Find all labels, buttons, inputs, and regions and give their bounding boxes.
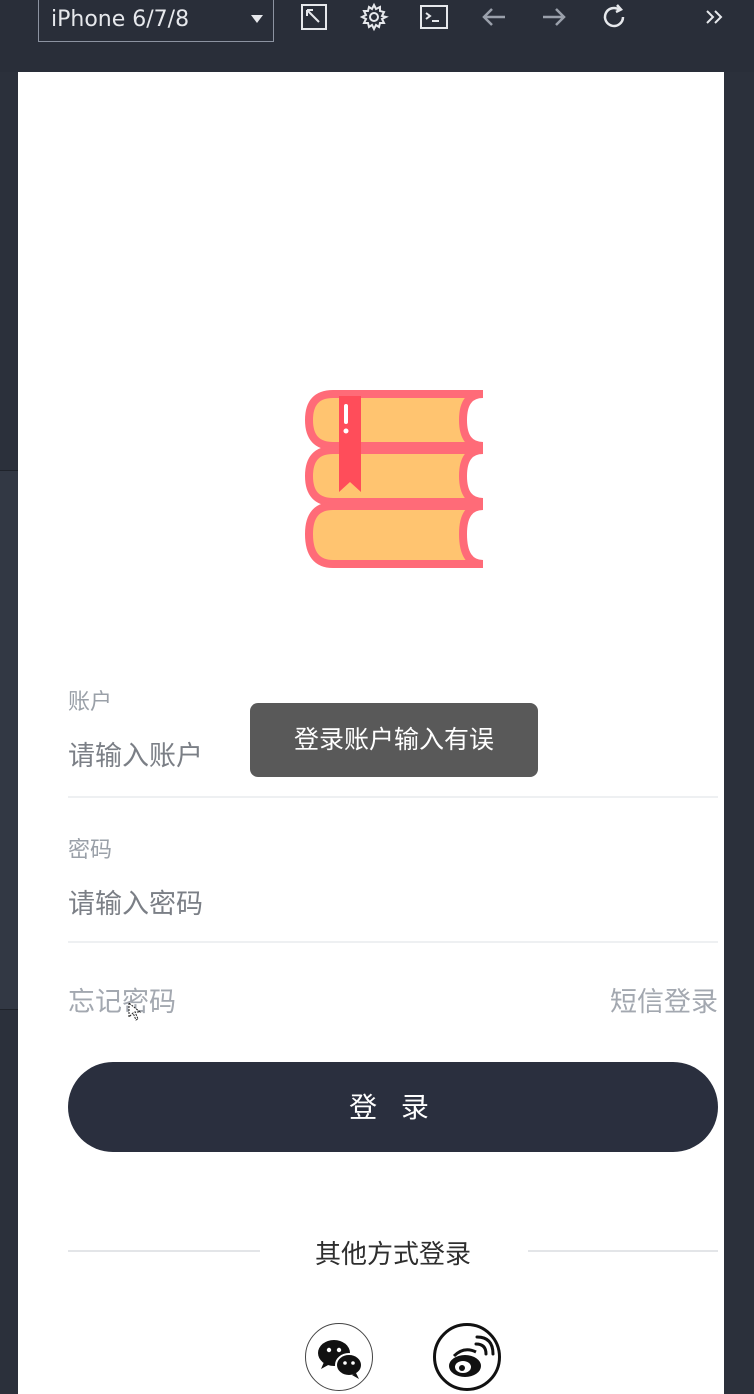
device-select-label: iPhone 6/7/8 xyxy=(51,7,190,32)
weibo-icon xyxy=(449,1335,495,1377)
left-gutter xyxy=(0,72,18,1394)
books-logo-icon xyxy=(303,388,487,572)
chevron-down-icon xyxy=(251,15,263,23)
console-icon[interactable] xyxy=(419,2,449,32)
phone-viewport: 账户 密码 忘记密码 短信登录 登 录 其他方式登录 xyxy=(18,72,724,1394)
account-label: 账户 xyxy=(68,690,113,715)
devtools-toolbar: iPhone 6/7/8 xyxy=(0,0,754,73)
device-select[interactable]: iPhone 6/7/8 xyxy=(38,0,274,42)
reload-icon[interactable] xyxy=(599,2,629,32)
forgot-password-link[interactable]: 忘记密码 xyxy=(68,980,176,1019)
wechat-login-button[interactable] xyxy=(305,1323,373,1391)
wechat-icon xyxy=(318,1340,363,1379)
divider-left xyxy=(68,1250,260,1252)
account-divider xyxy=(68,796,718,798)
login-button[interactable]: 登 录 xyxy=(68,1062,718,1152)
password-input[interactable] xyxy=(68,880,718,928)
error-toast: 登录账户输入有误 xyxy=(250,703,538,777)
right-gutter xyxy=(724,72,754,1394)
settings-icon[interactable] xyxy=(359,2,389,32)
more-icon[interactable] xyxy=(700,2,730,32)
other-methods-label: 其他方式登录 xyxy=(314,1240,471,1270)
mouse-cursor-icon xyxy=(128,1002,142,1021)
rotate-icon[interactable] xyxy=(299,2,329,32)
password-divider xyxy=(68,941,718,943)
sms-login-link[interactable]: 短信登录 xyxy=(610,980,718,1019)
back-icon[interactable] xyxy=(479,2,509,32)
weibo-login-button[interactable] xyxy=(433,1323,501,1391)
forward-icon[interactable] xyxy=(539,2,569,32)
divider-right xyxy=(528,1250,718,1252)
password-label: 密码 xyxy=(68,838,113,863)
